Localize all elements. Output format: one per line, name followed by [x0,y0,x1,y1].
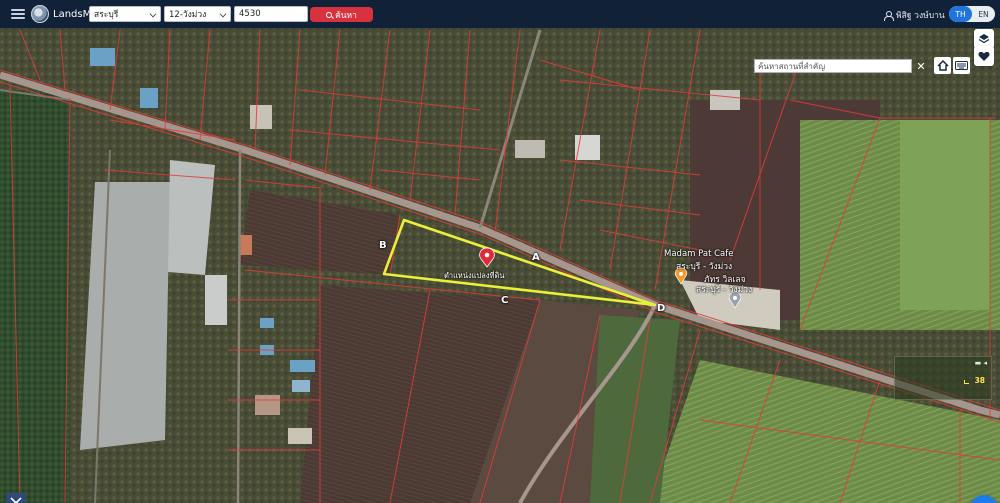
search-icon [326,11,333,18]
district-select[interactable]: 12-วังม่วง [164,6,231,22]
chevron-down-icon [149,10,157,18]
user-icon [884,10,894,21]
user-menu[interactable]: พิสิฐ วงษ์บาน [884,8,945,22]
poi-subtitle: สระบุรี - วังม่วง [696,285,753,295]
measure-icon [964,380,969,384]
province-select[interactable]: สระบุรี [89,6,161,22]
parcel-location-label: ตำแหน่งแปลงที่ดิน [444,271,505,280]
measure-tool-icon[interactable] [6,493,26,503]
lang-en[interactable]: EN [972,6,995,22]
parcel-side-label-c: C [501,295,509,306]
parcel-number-input[interactable]: 4530 [234,6,308,22]
landsmaps-logo[interactable] [31,5,49,23]
chevron-down-icon [219,10,227,18]
district-select-value: 12-วังม่วง [169,10,207,20]
parcel-side-label-d: D [657,303,666,314]
info-value: 38 [974,376,985,385]
poi-name: Madam Pat Cafe [664,249,734,259]
search-button[interactable]: ค้นหา [310,7,373,22]
place-search-placeholder: ค้นหาสถานที่สำคัญ [758,61,826,71]
map-view[interactable]: B A C D ตำแหน่งแปลงที่ดิน Madam Pat Cafe… [0,28,1000,503]
menu-icon[interactable] [11,9,25,19]
top-bar: LandsMaps สระบุรี 12-วังม่วง 4530 ค้นหา … [0,0,1000,28]
province-select-value: สระบุรี [94,10,119,20]
close-icon[interactable]: ✕ [914,59,928,73]
home-icon[interactable] [934,57,951,74]
favorite-heart-icon[interactable] [974,46,994,66]
parcel-side-label-b: B [379,240,387,251]
map-info-panel: ▬ ◂ 38 [894,356,992,400]
lang-th[interactable]: TH [949,6,972,22]
parcel-side-label-a: A [532,252,540,263]
panel-controls-icon[interactable]: ▬ ◂ [975,359,987,367]
place-search-input[interactable]: ค้นหาสถานที่สำคัญ [754,59,912,73]
keyboard-icon[interactable] [953,57,970,74]
poi-subtitle: สระบุรี - วังม่วง [676,262,733,272]
satellite-map[interactable] [0,28,1000,503]
language-toggle[interactable]: TH EN [949,6,995,22]
search-button-label: ค้นหา [335,10,357,21]
parcel-number-value: 4530 [239,9,261,19]
user-name: พิสิฐ วงษ์บาน [896,11,945,21]
